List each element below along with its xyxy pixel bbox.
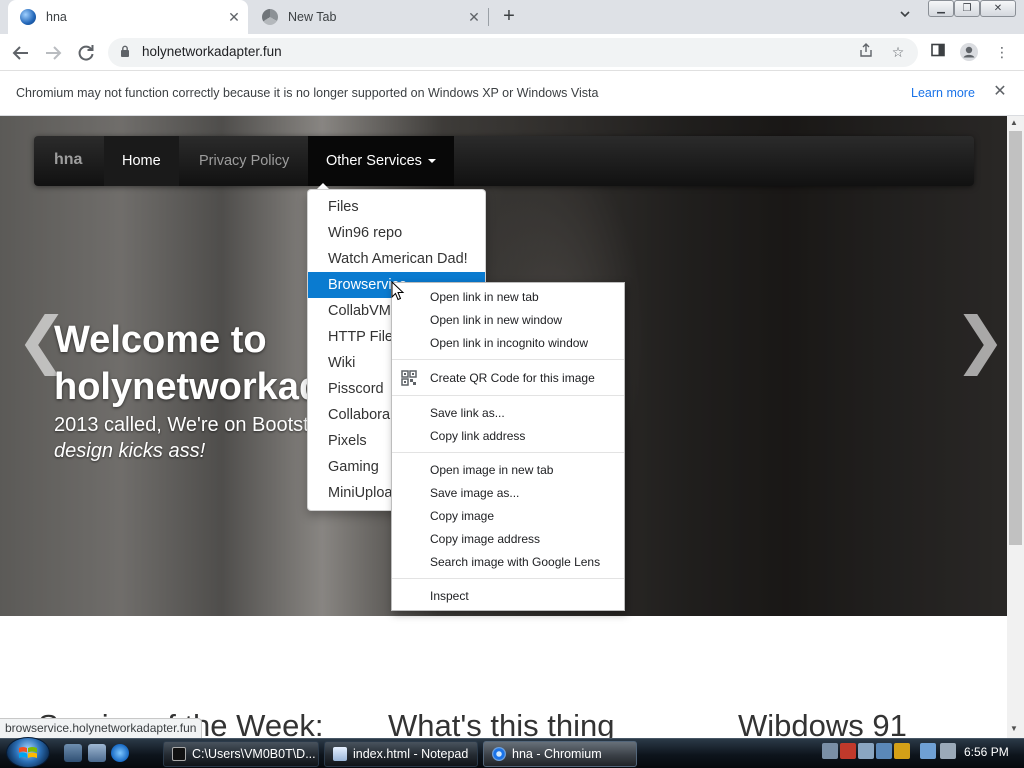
menu-separator [392,395,624,396]
chevron-down-icon[interactable] [896,8,914,26]
ctx-inspect[interactable]: Inspect [430,589,469,603]
chromium-icon [262,9,278,25]
dropdown-item-files[interactable]: Files [308,194,485,220]
tab-title: New Tab [288,10,337,24]
globe-icon [20,9,36,25]
forward-icon[interactable] [40,40,66,66]
close-icon[interactable]: ✕ [991,83,1009,101]
ctx-open-link-new-window[interactable]: Open link in new window [430,313,562,327]
tray-security-icon[interactable] [894,743,910,759]
side-panel-icon[interactable] [928,42,948,62]
ctx-open-image-new-tab[interactable]: Open image in new tab [430,463,553,477]
ctx-open-link-incognito[interactable]: Open link in incognito window [430,336,588,350]
ctx-copy-image[interactable]: Copy image [430,509,494,523]
hero-tagline-italic: design kicks ass! [54,440,206,462]
taskbar-button-label: C:\Users\VM0B0T\D... [192,747,316,761]
taskbar-button-chromium[interactable]: hna - Chromium [483,741,637,767]
close-window-button[interactable]: ✕ [980,0,1016,17]
tray-app-icon[interactable] [822,743,838,759]
reload-icon[interactable] [73,40,99,66]
status-url-bubble: browservice.holynetworkadapter.fun [0,718,203,739]
nav-other-services[interactable]: Other Services [308,136,454,186]
volume-muted-icon[interactable] [940,743,956,759]
site-brand[interactable]: hna [54,151,82,169]
tray-update-icon[interactable] [876,743,892,759]
bookmark-star-icon[interactable]: ☆ [888,42,908,62]
lock-icon[interactable] [120,45,130,57]
switch-windows-icon[interactable] [88,744,106,762]
qr-code-icon [401,370,417,386]
tray-device-icon[interactable] [858,743,874,759]
show-desktop-icon[interactable] [64,744,82,762]
dropdown-item-win96-repo[interactable]: Win96 repo [308,220,485,246]
nav-other-label: Other Services [326,153,422,169]
menu-separator [392,578,624,579]
taskbar-clock[interactable]: 6:56 PM [964,745,1009,759]
hero-tagline: 2013 called, We're on Bootstrap [54,414,338,436]
close-tab-icon[interactable]: ✕ [464,7,484,27]
menu-separator [392,359,624,360]
info-bar-message: Chromium may not function correctly beca… [16,86,599,100]
dropdown-item-american-dad[interactable]: Watch American Dad! [308,246,485,272]
tab-new-tab[interactable]: New Tab ✕ [250,0,488,34]
ctx-search-google-lens[interactable]: Search image with Google Lens [430,555,600,569]
taskbar-button-label: hna - Chromium [512,747,602,761]
notepad-icon [333,747,347,761]
taskbar-button-notepad[interactable]: index.html - Notepad [324,741,478,767]
taskbar-button-cmd[interactable]: C:\Users\VM0B0T\D... [163,741,319,767]
ctx-open-link-new-tab[interactable]: Open link in new tab [430,290,539,304]
windows-logo-icon [17,745,39,761]
cmd-icon [172,747,186,761]
tab-title: hna [46,10,67,24]
ctx-save-image-as[interactable]: Save image as... [430,486,519,500]
tab-separator [488,8,489,26]
ctx-create-qr-code[interactable]: Create QR Code for this image [430,371,595,385]
profile-avatar-icon[interactable] [959,42,979,62]
network-icon[interactable] [920,743,936,759]
hero-heading: Welcome to [54,319,267,361]
scroll-down-icon[interactable]: ▼ [1010,724,1018,733]
internet-explorer-icon[interactable] [111,744,129,762]
scrollbar-thumb[interactable] [1009,131,1022,545]
tray-alert-icon[interactable] [840,743,856,759]
new-tab-button[interactable]: + [498,6,520,28]
nav-privacy-policy[interactable]: Privacy Policy [181,136,307,186]
restore-button[interactable]: ❐ [954,0,980,17]
caret-down-icon [427,159,436,164]
carousel-next-icon[interactable]: ❯ [954,306,1006,376]
url-text[interactable]: holynetworkadapter.fun [142,44,282,59]
ctx-save-link-as[interactable]: Save link as... [430,406,505,420]
ctx-copy-image-address[interactable]: Copy image address [430,532,540,546]
kebab-menu-icon[interactable]: ⋮ [992,42,1012,62]
scroll-up-icon[interactable]: ▲ [1010,118,1018,127]
minimize-button[interactable]: ▁ [928,0,954,17]
learn-more-link[interactable]: Learn more [911,86,975,100]
chromium-icon [492,747,506,761]
taskbar-button-label: index.html - Notepad [353,747,469,761]
share-icon[interactable] [856,42,876,62]
back-icon[interactable] [8,40,34,66]
tab-hna[interactable]: hna ✕ [8,0,248,34]
nav-home[interactable]: Home [104,136,179,186]
close-tab-icon[interactable]: ✕ [224,7,244,27]
ctx-copy-link-address[interactable]: Copy link address [430,429,525,443]
menu-separator [392,452,624,453]
mouse-cursor-icon [391,280,405,301]
